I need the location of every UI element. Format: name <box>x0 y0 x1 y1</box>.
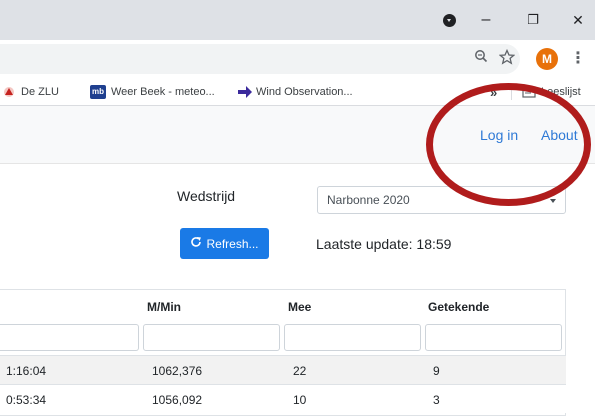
filter-input-getekende[interactable] <box>425 324 562 351</box>
refresh-icon <box>190 236 202 251</box>
close-button[interactable]: ✕ <box>566 8 590 32</box>
bookmark-label: Weer Beek - meteo... <box>111 86 215 98</box>
cell-mee: 22 <box>293 364 307 378</box>
address-bar[interactable] <box>0 44 520 74</box>
table-row[interactable]: 0:53:34 1056,092 10 3 <box>0 384 566 413</box>
cell-mee: 10 <box>293 393 307 407</box>
bookmark-weer-beek[interactable]: mb Weer Beek - meteo... <box>90 78 215 106</box>
last-update-text: Laatste update: 18:59 <box>316 236 452 252</box>
window-titlebar: – ❐ ✕ <box>0 0 595 40</box>
cell-speed: 1056,092 <box>152 393 203 407</box>
table-row[interactable]: 1:16:04 1062,376 22 9 <box>0 355 566 384</box>
column-header-mmin[interactable]: M/Min <box>147 300 181 314</box>
cell-speed: 1062,376 <box>152 364 203 378</box>
column-header-getekende[interactable]: Getekende <box>428 300 489 314</box>
filter-input-mmin[interactable] <box>143 324 280 351</box>
bookmark-de-zlu[interactable]: De ZLU <box>2 78 59 106</box>
bookmark-label: Wind Observation... <box>256 86 353 98</box>
profile-dropdown-icon[interactable] <box>443 14 456 27</box>
bookmark-wind-observation[interactable]: Wind Observation... <box>237 78 353 106</box>
annotation-circle <box>426 83 591 206</box>
cell-time: 0:53:34 <box>6 393 47 407</box>
cell-getekende: 3 <box>433 393 440 407</box>
bookmark-star-icon[interactable] <box>497 48 517 69</box>
cell-getekende: 9 <box>433 364 440 378</box>
arrow-icon <box>237 85 252 99</box>
race-select-value: Narbonne 2020 <box>327 193 410 207</box>
zlu-icon <box>2 85 16 99</box>
refresh-button[interactable]: Refresh... <box>180 228 269 259</box>
refresh-label: Refresh... <box>206 236 259 251</box>
browser-menu-icon[interactable]: ⋮ <box>568 49 588 69</box>
filter-input-mee[interactable] <box>284 324 421 351</box>
mb-icon: mb <box>90 85 106 99</box>
minimize-button[interactable]: – <box>474 8 498 32</box>
chevron-down-icon <box>550 199 556 203</box>
race-label: Wedstrijd <box>177 188 236 204</box>
bookmark-label: De ZLU <box>21 86 59 98</box>
column-header-mee[interactable]: Mee <box>288 300 311 314</box>
maximize-button[interactable]: ❐ <box>521 8 545 32</box>
zoom-icon[interactable] <box>471 49 491 69</box>
cell-time: 1:16:04 <box>6 364 47 378</box>
filter-input-time[interactable] <box>0 324 139 351</box>
avatar[interactable]: M <box>536 48 558 70</box>
